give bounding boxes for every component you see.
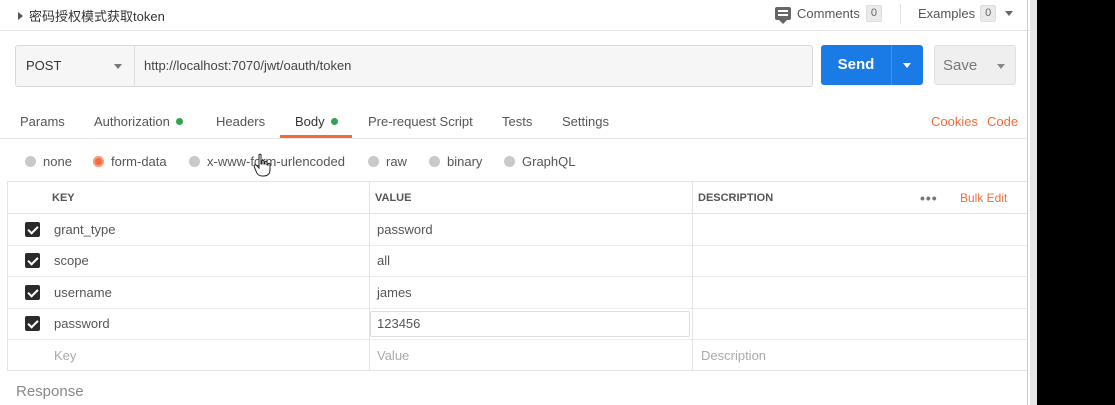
radio-selected-icon[interactable]	[93, 156, 104, 167]
code-link[interactable]: Code	[987, 114, 1018, 129]
new-description-input[interactable]: Description	[701, 348, 766, 363]
row-key[interactable]: grant_type	[54, 222, 115, 237]
save-button[interactable]: Save	[934, 45, 1016, 85]
body-type-radio-group: none form-data x-www-form-urlencoded raw…	[0, 150, 1027, 176]
hand-cursor-icon	[253, 153, 271, 177]
radio-icon[interactable]	[25, 156, 36, 167]
tab-body-label: Body	[295, 114, 325, 129]
scroll-gutter	[1030, 0, 1037, 405]
column-divider	[7, 182, 8, 371]
method-select[interactable]: POST	[16, 46, 135, 86]
request-header: 密码授权模式获取token Comments 0 Examples 0	[0, 0, 1030, 31]
body-type-none[interactable]: none	[25, 154, 72, 169]
active-indicator-dot	[330, 118, 338, 125]
new-key-input[interactable]: Key	[54, 348, 76, 363]
send-label: Send	[837, 56, 875, 73]
more-options-icon[interactable]: •••	[920, 190, 938, 206]
save-options-chevron-icon[interactable]	[997, 64, 1005, 69]
offscreen-area	[1037, 0, 1115, 405]
column-header-value: VALUE	[375, 192, 412, 204]
request-title-toggle[interactable]: 密码授权模式获取token	[18, 6, 165, 25]
request-tabs: Params Authorization Headers Body Pre-re…	[0, 104, 1027, 139]
column-divider	[692, 182, 693, 371]
body-type-label: none	[43, 154, 72, 169]
comments-button[interactable]: Comments 0	[775, 5, 882, 24]
body-type-label: form-data	[111, 154, 167, 169]
table-row: username james	[7, 277, 1027, 309]
table-row: grant_type password	[7, 214, 1027, 246]
body-type-label: GraphQL	[522, 154, 576, 169]
chevron-down-icon	[1005, 11, 1014, 16]
tab-headers[interactable]: Headers	[216, 114, 265, 129]
save-label: Save	[943, 57, 978, 74]
active-indicator-dot	[175, 118, 183, 125]
column-header-description: DESCRIPTION	[698, 192, 774, 204]
caret-right-icon[interactable]	[18, 11, 23, 20]
tab-settings[interactable]: Settings	[562, 114, 609, 129]
tab-authorization-label: Authorization	[94, 114, 170, 129]
url-bar: POST http://localhost:7070/jwt/oauth/tok…	[15, 45, 813, 87]
radio-icon[interactable]	[504, 156, 515, 167]
send-options-chevron-icon[interactable]	[903, 63, 911, 68]
form-data-table: KEY VALUE DESCRIPTION ••• Bulk Edit gran…	[7, 181, 1027, 371]
send-divider	[891, 45, 892, 85]
value-edit-field[interactable]	[370, 311, 690, 337]
tab-authorization[interactable]: Authorization	[94, 114, 183, 129]
column-divider	[369, 182, 370, 371]
tab-tests[interactable]: Tests	[502, 114, 532, 129]
table-row: scope all	[7, 245, 1027, 277]
response-label: Response	[16, 383, 84, 400]
row-value[interactable]: all	[377, 253, 390, 268]
body-type-label: binary	[447, 154, 483, 169]
row-value[interactable]: password	[377, 222, 433, 237]
comments-count-badge: 0	[865, 5, 882, 22]
row-checkbox[interactable]	[25, 222, 40, 237]
body-type-label: raw	[386, 154, 407, 169]
chevron-down-icon	[114, 64, 122, 69]
table-row-new: Key Value Description	[7, 340, 1027, 371]
row-checkbox[interactable]	[25, 285, 40, 300]
response-divider	[7, 370, 1027, 371]
row-key[interactable]: scope	[54, 253, 89, 268]
table-header: KEY VALUE DESCRIPTION ••• Bulk Edit	[7, 182, 1027, 214]
body-type-binary[interactable]: binary	[429, 154, 482, 169]
examples-dropdown[interactable]: Examples 0	[918, 5, 1014, 22]
column-header-key: KEY	[52, 192, 75, 204]
row-key[interactable]: password	[54, 316, 110, 331]
comments-label: Comments	[797, 6, 860, 21]
postman-request-panel: 密码授权模式获取token Comments 0 Examples 0 POST…	[0, 0, 1030, 405]
tab-params[interactable]: Params	[20, 114, 65, 129]
radio-icon[interactable]	[368, 156, 379, 167]
send-button[interactable]: Send	[821, 45, 923, 85]
body-type-label: x-www-form-urlencoded	[207, 154, 345, 169]
examples-count-badge: 0	[980, 5, 997, 22]
url-input[interactable]: http://localhost:7070/jwt/oauth/token	[144, 58, 351, 73]
body-type-graphql[interactable]: GraphQL	[504, 154, 575, 169]
active-tab-underline	[280, 135, 352, 138]
row-value[interactable]: james	[377, 285, 412, 300]
body-type-form-data[interactable]: form-data	[93, 154, 167, 169]
cookies-link[interactable]: Cookies	[931, 114, 978, 129]
body-type-raw[interactable]: raw	[368, 154, 407, 169]
panel-border	[1027, 0, 1028, 405]
radio-icon[interactable]	[189, 156, 200, 167]
row-checkbox[interactable]	[25, 253, 40, 268]
new-value-input[interactable]: Value	[377, 348, 409, 363]
request-title: 密码授权模式获取token	[29, 9, 165, 24]
examples-label: Examples	[918, 6, 976, 21]
comment-icon	[775, 7, 791, 24]
header-divider	[900, 4, 901, 24]
tab-pre-request-script[interactable]: Pre-request Script	[368, 114, 473, 129]
row-key[interactable]: username	[54, 285, 112, 300]
radio-icon[interactable]	[429, 156, 440, 167]
bulk-edit-link[interactable]: Bulk Edit	[960, 191, 1007, 205]
method-label: POST	[26, 58, 62, 73]
tab-body[interactable]: Body	[295, 114, 338, 129]
row-checkbox[interactable]	[25, 316, 40, 331]
